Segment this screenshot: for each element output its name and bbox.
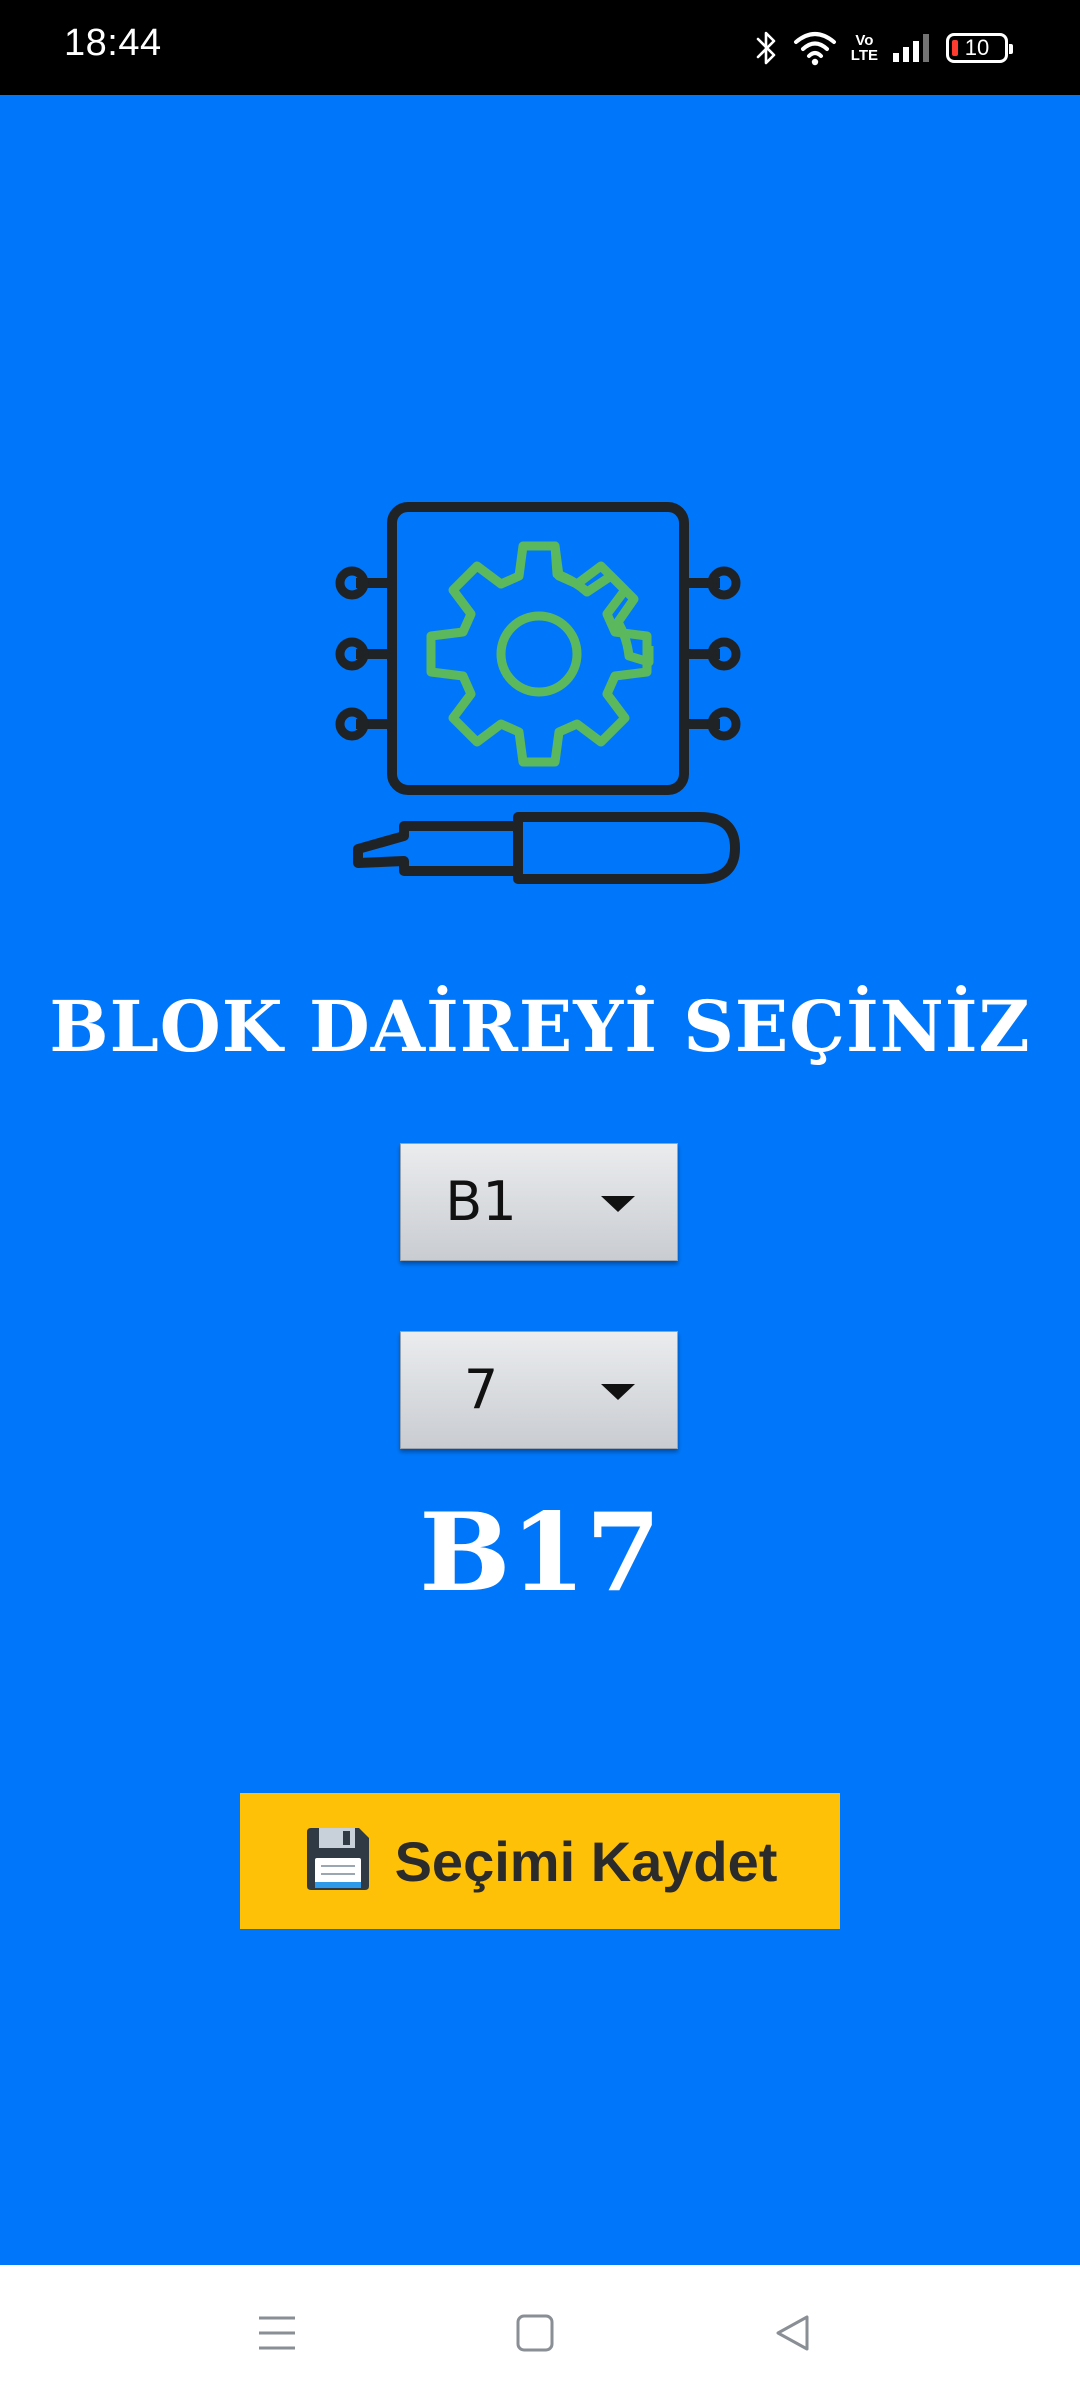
save-selection-label: Seçimi Kaydet [394, 1829, 778, 1893]
status-bar: 18:44 Vo LTE 10 [0, 0, 1080, 95]
page-title: BLOK DAİREYİ SEÇİNİZ [49, 985, 1031, 1068]
status-time: 18:44 [64, 22, 162, 64]
back-triangle-icon[interactable] [748, 2295, 838, 2370]
selection-result: B17 [419, 1490, 661, 1616]
battery-level: 10 [964, 35, 990, 60]
app-screen: 18:44 Vo LTE 10 BLOK DAİREYİ SEÇİNİZ B1 … [0, 0, 1080, 2400]
volte-icon: Vo LTE [851, 33, 878, 63]
signal-icon [892, 33, 932, 63]
system-nav-bar [0, 2265, 1080, 2400]
wifi-icon [793, 30, 837, 66]
home-square-icon[interactable] [490, 2295, 580, 2370]
bluetooth-icon [755, 29, 779, 67]
block-select-value: B1 [445, 1170, 517, 1233]
status-icons: Vo LTE 10 [755, 26, 1013, 70]
flat-select-value: 7 [463, 1358, 499, 1421]
circuit-gear-screwdriver-icon [330, 495, 750, 915]
floppy-disk-icon [303, 1824, 373, 1899]
save-selection-button[interactable]: Seçimi Kaydet [240, 1793, 840, 1929]
volte-bottom-label: LTE [850, 47, 878, 64]
chevron-down-icon [601, 1384, 635, 1400]
block-select[interactable]: B1 [400, 1143, 678, 1261]
menu-icon[interactable] [232, 2295, 322, 2370]
battery-icon: 10 [946, 33, 1013, 63]
flat-select[interactable]: 7 [400, 1331, 678, 1449]
chevron-down-icon [601, 1196, 635, 1212]
